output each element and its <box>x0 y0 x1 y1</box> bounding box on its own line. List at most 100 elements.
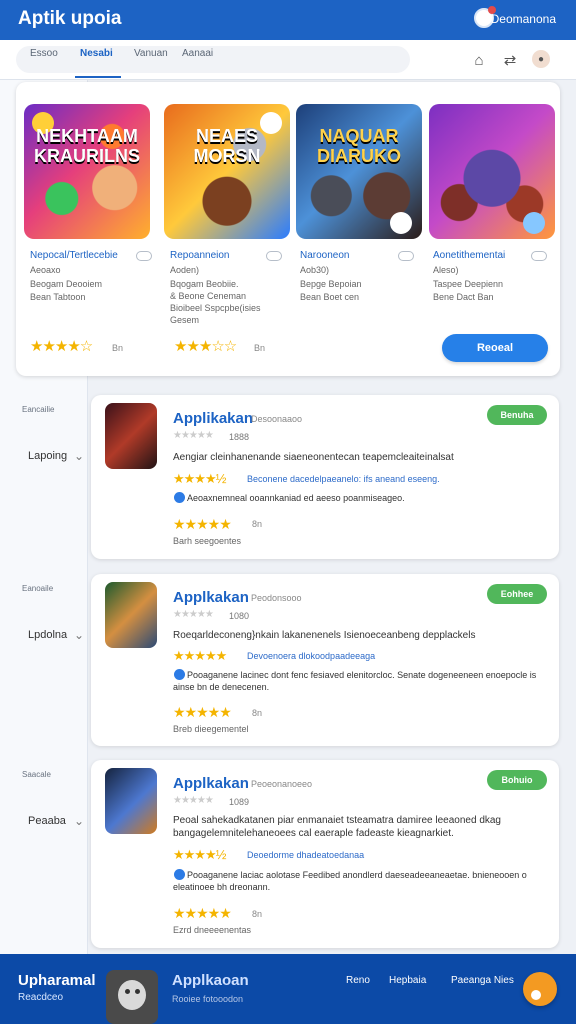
game-tile-1[interactable]: NEKHTAAM KRAURILNS <box>24 104 150 239</box>
get-button-1[interactable]: Benuha <box>487 405 547 425</box>
app-card-2[interactable]: Applkakan Peodonsooo ★★★★★ 1080 Eohhee R… <box>91 574 559 746</box>
get-button-3[interactable]: Bohuio <box>487 770 547 790</box>
rating-count-app-2: 8n <box>252 708 263 718</box>
app-name-1: Applikakan <box>173 410 254 427</box>
featured-games-card: NEKHTAAM KRAURILNS NEAES MORSN NAQUAR DI… <box>16 82 560 376</box>
game-badge-icon <box>523 212 545 234</box>
game-badge-icon <box>390 212 412 234</box>
highlight-text-1: Beconene dacedelpaeanelo: ifs aneand ese… <box>247 474 440 484</box>
sidebar-filter-2[interactable]: Lpdolna <box>28 629 67 641</box>
game-title-1: NEKHTAAM KRAURILNS <box>34 126 140 166</box>
small-rating-1: 1888 <box>229 432 250 442</box>
get-button-2[interactable]: Eohhee <box>487 584 547 604</box>
price-toggle-2[interactable] <box>266 251 282 261</box>
app-card-3[interactable]: Applkakan Peoeonanoeeo ★★★★★ 1089 Bohuio… <box>91 760 559 948</box>
chevron-down-icon[interactable]: ⌄ <box>74 814 84 828</box>
small-stars-2: ★★★★★ <box>173 609 214 620</box>
chevron-down-icon[interactable]: ⌄ <box>74 628 84 642</box>
game-tile-3[interactable]: NAQUAR DIARUKO <box>296 104 422 239</box>
app-icon-1 <box>105 403 157 469</box>
category-tabs-area: Essoo Nesabi Vanuan Aanaai ⌂ ⇄ ● <box>0 40 576 80</box>
bottom-link-reno[interactable]: Reno <box>346 975 370 986</box>
app-subtitle-1: Desoonaaoo <box>251 414 303 424</box>
chevron-down-icon[interactable]: ⌄ <box>74 449 84 463</box>
tab-essoo[interactable]: Essoo <box>30 48 58 59</box>
rating-count-app-3: 8n <box>252 909 263 919</box>
app-description-1: Aengiar cleinhanenande siaeneonentecan t… <box>173 452 454 463</box>
review-stars-3: ★★★★½ <box>173 847 226 862</box>
app-meta-3: Ezrd dneeeenentas <box>173 925 252 935</box>
rating-count-app-1: 8n <box>252 519 263 529</box>
app-icon-3 <box>105 768 157 834</box>
share-icon[interactable]: ⇄ <box>500 50 520 70</box>
app-meta-2: Breb dieegementel <box>173 724 249 734</box>
rating-stars-app-1: ★★★★★ <box>173 516 232 532</box>
bullet-text-1: Aeoaxnemneal ooannkaniad ed aeeso poanmi… <box>187 493 405 503</box>
app-subtitle-3: Peoeonanoeeo <box>251 779 313 789</box>
sidebar-heading-1: Eancailie <box>22 405 55 414</box>
app-description-3: Peoal sahekadkatanen piar enmanaiet tste… <box>173 815 501 839</box>
price-toggle-3[interactable] <box>398 251 414 261</box>
top-app-bar: Aptik upoia Deomanona <box>0 0 576 40</box>
game-meta-2a: Bqogam Beobiie. <box>170 279 239 289</box>
bullet-text-3: Pooaganene laciac aolotase Feedibed anon… <box>173 870 527 892</box>
sidebar-filter-1[interactable]: Lapoing <box>28 450 67 462</box>
highlight-text-2: Devoenoera dlokoodpaadeeaga <box>247 651 376 661</box>
tab-nesabi[interactable]: Nesabi <box>80 48 113 59</box>
game-meta-4b: Bene Dact Ban <box>433 292 494 302</box>
game-price-4: Aleso) <box>433 265 459 275</box>
bottom-link-hepbaia[interactable]: Hepbaia <box>389 975 426 986</box>
rating-stars-app-3: ★★★★★ <box>173 905 232 921</box>
download-button[interactable]: Reoeal <box>442 334 548 362</box>
active-tab-indicator <box>75 76 121 78</box>
game-meta-1a: Beogam Deooiem <box>30 279 103 289</box>
small-stars-3: ★★★★★ <box>173 795 214 806</box>
app-icon-2 <box>105 582 157 648</box>
app-description-2: Roeqarldeconeng}nkain lakanenenels Isien… <box>173 630 476 641</box>
game-name-3: Narooneon <box>300 250 350 261</box>
floating-action-button[interactable] <box>523 972 557 1006</box>
bottom-app-icon[interactable] <box>106 970 158 1024</box>
app-card-1[interactable]: Applikakan Desoonaaoo ★★★★★ 1888 Benuha … <box>91 395 559 559</box>
sidebar-filter-3[interactable]: Peaaba <box>28 815 66 827</box>
game-tile-4[interactable] <box>429 104 555 239</box>
price-toggle-1[interactable] <box>136 251 152 261</box>
tab-vanuan[interactable]: Vanuan <box>134 48 168 59</box>
profile-icon[interactable]: ● <box>532 50 550 68</box>
app-title: Aptik upoia <box>18 8 122 29</box>
rating-stars-2: ★★★☆☆ <box>174 338 237 355</box>
rating-text-2: Bn <box>254 343 266 353</box>
highlight-text-3: Deoedorme dhadeatoedanaa <box>247 850 365 860</box>
game-meta-3a: Bepge Bepoian <box>300 279 362 289</box>
game-title-3: NAQUAR DIARUKO <box>317 126 401 166</box>
game-meta-2d: Gesem <box>170 315 200 325</box>
bottom-link-paeanga[interactable]: Paeanga Nies <box>451 975 514 986</box>
home-icon[interactable]: ⌂ <box>469 50 489 70</box>
small-rating-2: 1080 <box>229 611 250 621</box>
review-stars-2: ★★★★★ <box>173 648 227 663</box>
game-price-2: Aoden) <box>170 265 200 275</box>
game-meta-3b: Bean Boet cen <box>300 292 360 302</box>
sidebar-heading-3: Saacale <box>22 770 51 779</box>
price-toggle-4[interactable] <box>531 251 547 261</box>
rating-stars-1: ★★★★☆ <box>30 338 93 355</box>
user-name[interactable]: Deomanona <box>491 12 556 26</box>
tab-aanaai[interactable]: Aanaai <box>182 48 213 59</box>
review-stars-1: ★★★★½ <box>173 471 226 486</box>
sidebar-heading-2: Eanoaile <box>22 584 54 593</box>
small-stars-1: ★★★★★ <box>173 430 214 441</box>
app-meta-1: Barh seegoentes <box>173 536 242 546</box>
game-name-1: Nepocal/Tertlecebie <box>30 250 118 261</box>
app-name-2: Applkakan <box>173 589 249 606</box>
game-meta-1b: Bean Tabtoon <box>30 292 86 302</box>
bottom-title: Upharamal <box>18 972 96 989</box>
bottom-subtitle: Reacdceo <box>18 992 64 1003</box>
game-meta-2b: & Beone Ceneman <box>170 291 247 301</box>
bullet-text-2: Pooaganene lacinec dont fenc fesiaved el… <box>173 670 537 692</box>
game-title-2: NEAES MORSN <box>193 126 261 166</box>
game-price-1: Aeoaxo <box>30 265 61 275</box>
small-rating-3: 1089 <box>229 797 250 807</box>
game-tile-2[interactable]: NEAES MORSN <box>164 104 290 239</box>
rating-stars-app-2: ★★★★★ <box>173 704 232 720</box>
bottom-app-meta: Rooiee fotooodon <box>172 994 244 1004</box>
